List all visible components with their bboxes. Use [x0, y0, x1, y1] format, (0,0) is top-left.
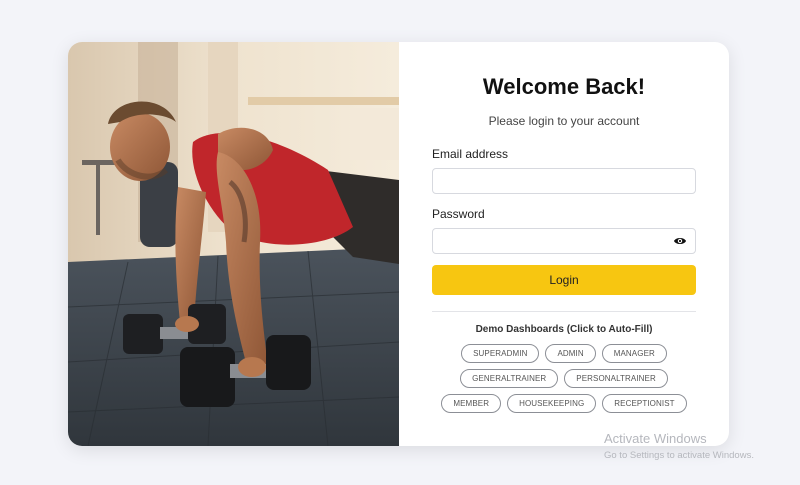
eye-icon[interactable] [673, 234, 687, 248]
demo-role-row: SUPERADMIN ADMIN MANAGER [399, 344, 729, 363]
watermark-title: Activate Windows [604, 431, 707, 446]
login-form: Welcome Back! Please login to your accou… [399, 42, 729, 446]
page-subtitle: Please login to your account [488, 114, 640, 128]
role-chip-member[interactable]: MEMBER [441, 394, 502, 413]
role-chip-generaltrainer[interactable]: GENERALTRAINER [460, 369, 559, 388]
hero-photo [68, 42, 399, 446]
role-chip-housekeeping[interactable]: HOUSEKEEPING [507, 394, 597, 413]
email-field[interactable] [432, 168, 696, 194]
watermark-subtitle: Go to Settings to activate Windows. [604, 450, 754, 461]
page-title: Welcome Back! [482, 74, 646, 99]
role-chip-admin[interactable]: ADMIN [545, 344, 596, 363]
email-label: Email address [432, 147, 509, 161]
password-field[interactable] [432, 228, 696, 254]
role-chip-manager[interactable]: MANAGER [601, 344, 667, 363]
demo-role-row: MEMBER HOUSEKEEPING RECEPTIONIST [399, 394, 729, 413]
windows-activation-watermark: Activate Windows Go to Settings to activ… [604, 431, 754, 461]
divider [432, 311, 696, 312]
role-chip-superadmin[interactable]: SUPERADMIN [461, 344, 540, 363]
demo-dashboards-heading: Demo Dashboards (Click to Auto-Fill) [475, 324, 653, 335]
login-card: Welcome Back! Please login to your accou… [68, 42, 729, 446]
password-label: Password [432, 207, 485, 221]
role-chip-receptionist[interactable]: RECEPTIONIST [602, 394, 687, 413]
role-chip-personaltrainer[interactable]: PERSONALTRAINER [564, 369, 668, 388]
login-button[interactable]: Login [432, 265, 696, 295]
demo-role-row: GENERALTRAINER PERSONALTRAINER [399, 369, 729, 388]
